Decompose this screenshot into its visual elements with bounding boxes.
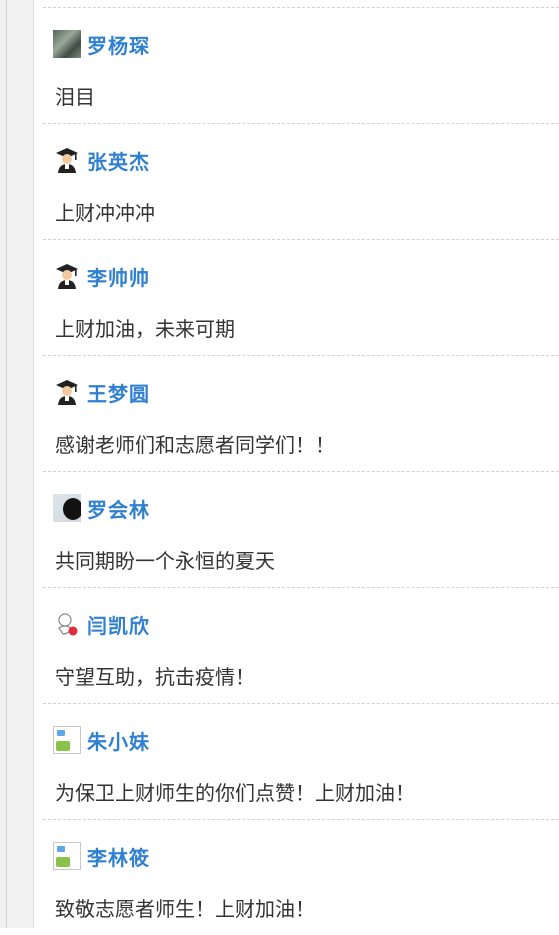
comment-text: 上财加油，未来可期 (55, 317, 235, 341)
comment-item: 王梦圆 感谢老师们和志愿者同学们！！ (43, 356, 559, 472)
comment-text: 共同期盼一个永恒的夏天 (55, 549, 275, 573)
graduate-icon[interactable] (53, 262, 81, 290)
commenter-name[interactable]: 王梦圆 (87, 378, 150, 407)
comment-text: 守望互助，抗击疫情！ (55, 665, 255, 689)
divider (43, 0, 559, 8)
comment-item: 罗杨琛 泪目 (43, 8, 559, 124)
comment-item: 罗会林 共同期盼一个永恒的夏天 (43, 472, 559, 588)
comment-text: 致敬志愿者师生！上财加油！ (55, 897, 315, 921)
comment-item: 李帅帅 上财加油，未来可期 (43, 240, 559, 356)
portrait-photo-avatar[interactable] (53, 494, 81, 522)
commenter-name[interactable]: 朱小妹 (87, 726, 150, 755)
sketch-avatar[interactable] (53, 610, 81, 638)
commenter-name[interactable]: 罗杨琛 (87, 30, 150, 59)
commenter-name[interactable]: 罗会林 (87, 494, 150, 523)
commenter-name[interactable]: 李帅帅 (87, 262, 150, 291)
comment-text: 感谢老师们和志愿者同学们！！ (55, 433, 335, 457)
comment-feed: 罗杨琛 泪目 张英杰 上财冲冲冲 李帅帅 上财加油，未来可期 王梦圆 感谢老师们… (43, 0, 559, 935)
comment-item: 张英杰 上财冲冲冲 (43, 124, 559, 240)
comment-header: 李帅帅 (53, 262, 150, 290)
comment-item: 闫凯欣 守望互助，抗击疫情！ (43, 588, 559, 704)
landscape-photo-avatar[interactable] (53, 30, 81, 58)
left-rail (0, 0, 34, 928)
commenter-name[interactable]: 李林筱 (87, 842, 150, 871)
comment-header: 罗会林 (53, 494, 150, 522)
rail-edge (6, 0, 7, 928)
commenter-name[interactable]: 闫凯欣 (87, 610, 150, 639)
comment-item: 朱小妹 为保卫上财师生的你们点赞！上财加油！ (43, 704, 559, 820)
comment-header: 张英杰 (53, 146, 150, 174)
comment-header: 闫凯欣 (53, 610, 150, 638)
comment-text: 为保卫上财师生的你们点赞！上财加油！ (55, 781, 415, 805)
comment-header: 王梦圆 (53, 378, 150, 406)
comment-header: 朱小妹 (53, 726, 150, 754)
comment-header: 李林筱 (53, 842, 150, 870)
graduate-icon[interactable] (53, 146, 81, 174)
broken-image-icon[interactable] (53, 726, 81, 754)
comment-text: 上财冲冲冲 (55, 201, 155, 225)
broken-image-icon[interactable] (53, 842, 81, 870)
comment-item: 李林筱 致敬志愿者师生！上财加油！ (43, 820, 559, 935)
commenter-name[interactable]: 张英杰 (87, 146, 150, 175)
comment-text: 泪目 (55, 85, 95, 109)
graduate-icon[interactable] (53, 378, 81, 406)
comment-header: 罗杨琛 (53, 30, 150, 58)
